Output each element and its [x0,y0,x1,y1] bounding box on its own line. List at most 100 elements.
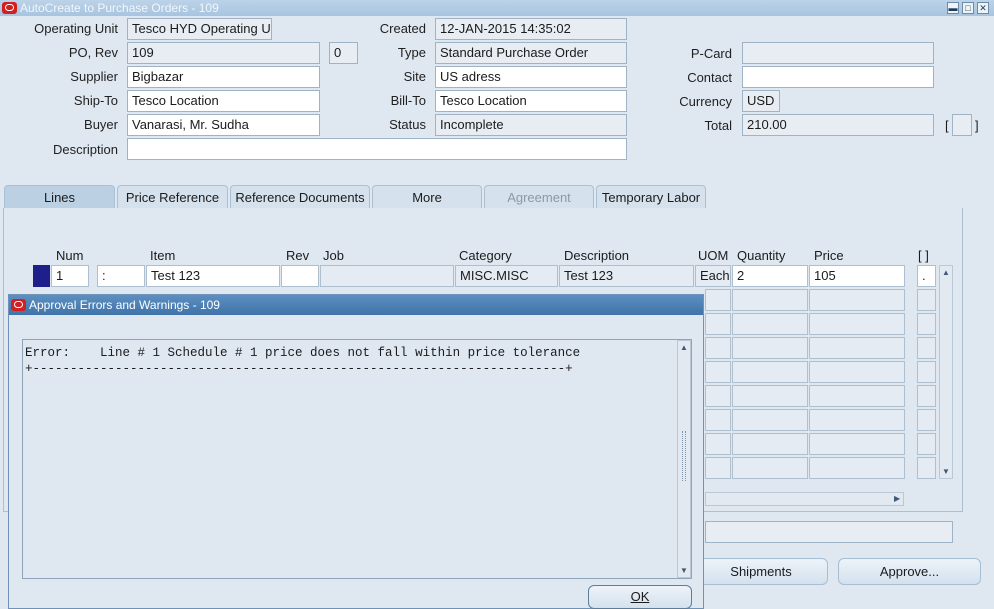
empty-cell[interactable] [809,457,905,479]
ok-button-label: OK [630,589,650,604]
operating-unit-label: Operating Unit [34,21,118,36]
empty-cell[interactable] [917,337,936,359]
approve-button[interactable]: Approve... [838,558,981,585]
scroll-right-icon[interactable]: ▶ [894,495,900,503]
ship-to-field[interactable]: Tesco Location [127,90,320,112]
col-uom-header: UOM [698,248,729,263]
description-field[interactable] [127,138,627,160]
empty-cell[interactable] [705,337,731,359]
empty-cell[interactable] [732,409,808,431]
line-type-cell[interactable]: : [97,265,145,287]
message-vertical-scrollbar[interactable]: ▲ ▼ [677,340,691,578]
empty-cell[interactable] [705,433,731,455]
po-number-field[interactable]: 109 [127,42,320,64]
operating-unit-field[interactable]: Tesco HYD Operating U [127,18,272,40]
line-uom-cell[interactable]: Each [695,265,731,287]
empty-cell[interactable] [705,457,731,479]
col-flex-header: [ ] [918,248,929,263]
tab-reference-documents[interactable]: Reference Documents [230,185,370,209]
ok-button[interactable]: OK [588,585,692,609]
bottom-info-field[interactable] [705,521,953,543]
line-rev-cell[interactable] [281,265,319,287]
empty-cell[interactable] [917,409,936,431]
empty-cell[interactable] [705,409,731,431]
line-description-cell[interactable]: Test 123 [559,265,694,287]
created-field[interactable]: 12-JAN-2015 14:35:02 [435,18,627,40]
maximize-icon[interactable]: □ [962,2,974,14]
empty-cell[interactable] [917,313,936,335]
tab-lines[interactable]: Lines [4,185,115,209]
empty-cell[interactable] [809,409,905,431]
total-field[interactable]: 210.00 [742,114,934,136]
dialog-title: Approval Errors and Warnings - 109 [29,298,220,312]
status-field[interactable]: Incomplete [435,114,627,136]
scroll-up-icon[interactable]: ▲ [942,269,950,277]
description-label: Description [52,142,118,157]
empty-cell[interactable] [809,289,905,311]
dialog-title-bar: Approval Errors and Warnings - 109 [9,295,703,315]
currency-field[interactable]: USD [742,90,780,112]
lines-vertical-scrollbar[interactable]: ▲ ▼ [939,265,953,479]
flexfield-bracket-left: [ [945,118,949,133]
line-price-cell[interactable]: 105 [809,265,905,287]
empty-cell[interactable] [809,385,905,407]
empty-cell[interactable] [732,289,808,311]
empty-cell[interactable] [917,385,936,407]
col-rev-header: Rev [286,248,310,263]
col-quantity-header: Quantity [737,248,786,263]
bill-to-field[interactable]: Tesco Location [435,90,627,112]
empty-cell[interactable] [809,313,905,335]
error-message-box[interactable]: Error: Line # 1 Schedule # 1 price does … [22,339,692,579]
empty-cell[interactable] [732,337,808,359]
close-icon[interactable]: ✕ [977,2,989,14]
empty-cell[interactable] [917,457,936,479]
line-item-cell[interactable]: Test 123 [146,265,280,287]
header-flexfield[interactable] [952,114,972,136]
line-num-cell[interactable]: 1 [51,265,89,287]
flexfield-bracket-right: ] [975,118,979,133]
empty-cell[interactable] [705,361,731,383]
type-field[interactable]: Standard Purchase Order [435,42,627,64]
shipments-button[interactable]: Shipments [694,558,828,585]
empty-cell[interactable] [917,361,936,383]
empty-cell[interactable] [732,313,808,335]
empty-cell[interactable] [917,289,936,311]
empty-cell[interactable] [732,457,808,479]
lines-horizontal-scrollbar[interactable]: ▶ [705,492,904,506]
line-quantity-cell[interactable]: 2 [732,265,808,287]
col-num-header: Num [56,248,84,263]
empty-cell[interactable] [705,289,731,311]
empty-cell[interactable] [732,361,808,383]
record-indicator[interactable] [33,265,50,287]
contact-field[interactable] [742,66,934,88]
scroll-down-icon[interactable]: ▼ [680,567,688,575]
type-label: Type [397,45,426,60]
empty-cell[interactable] [809,361,905,383]
scroll-up-icon[interactable]: ▲ [680,344,688,352]
tab-price-reference[interactable]: Price Reference [117,185,228,209]
pcard-field[interactable] [742,42,934,64]
line-category-cell[interactable]: MISC.MISC [455,265,558,287]
supplier-field[interactable]: Bigbazar [127,66,320,88]
created-label: Created [379,21,426,36]
empty-cell[interactable] [732,433,808,455]
line-job-cell[interactable] [320,265,454,287]
contact-label: Contact [687,70,732,85]
empty-cell[interactable] [809,433,905,455]
tab-more[interactable]: More [372,185,482,209]
empty-cell[interactable] [809,337,905,359]
scroll-down-icon[interactable]: ▼ [942,468,950,476]
col-job-header: Job [323,248,344,263]
empty-cell[interactable] [917,433,936,455]
tab-temporary-labor[interactable]: Temporary Labor [596,185,706,209]
oracle-logo-icon [11,299,26,311]
site-field[interactable]: US adress [435,66,627,88]
empty-cell[interactable] [732,385,808,407]
minimize-icon[interactable]: ▬ [947,2,959,14]
empty-cell[interactable] [705,313,731,335]
line-flex-cell[interactable]: . [917,265,936,287]
buyer-field[interactable]: Vanarasi, Mr. Sudha [127,114,320,136]
empty-cell[interactable] [705,385,731,407]
site-label: Site [403,69,426,84]
scroll-grip-icon[interactable] [682,431,686,481]
